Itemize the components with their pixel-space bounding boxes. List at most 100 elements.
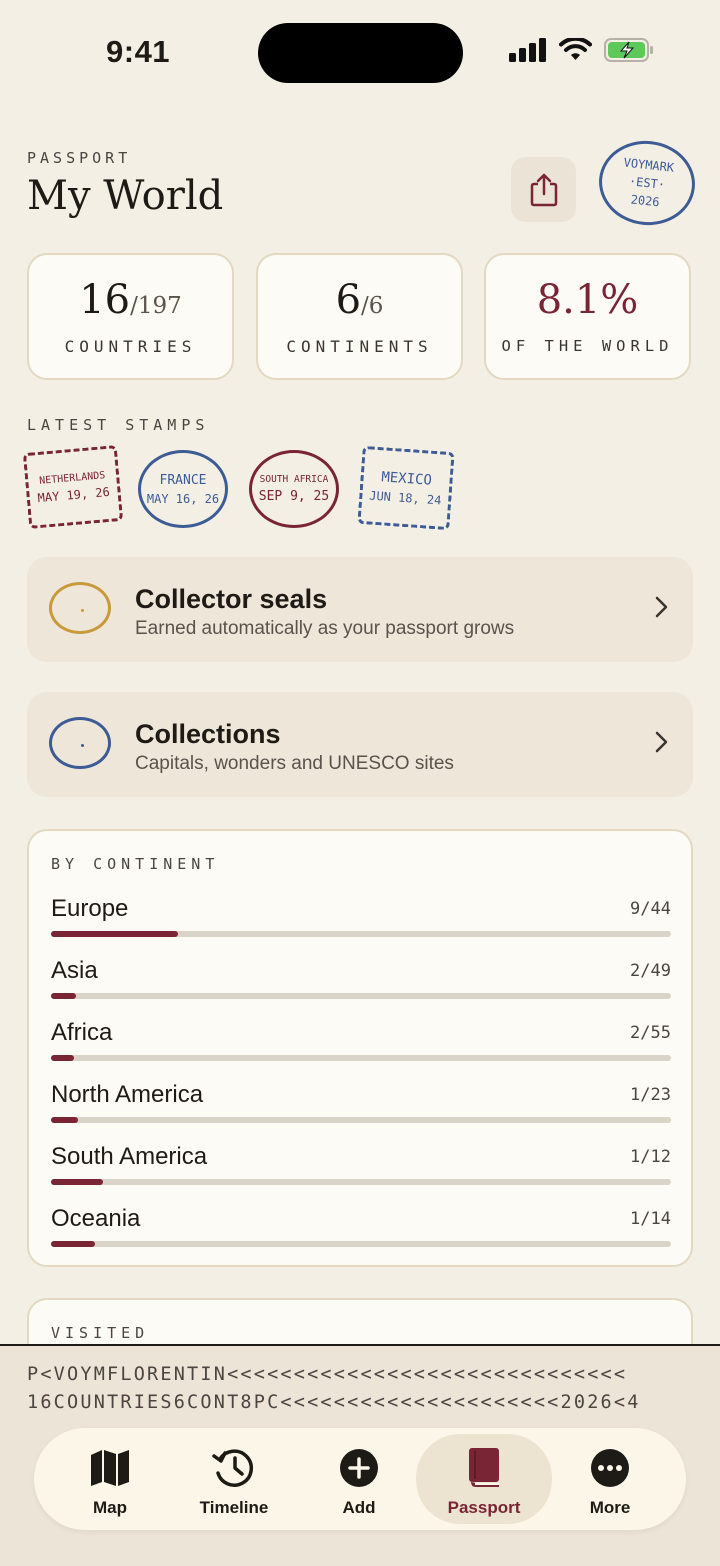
continent-name: Europe (51, 895, 129, 922)
stamp-country: MEXICO (380, 469, 433, 489)
ellipsis-circle-icon (591, 1449, 629, 1487)
continent-row: Asia 2/49 (51, 957, 671, 999)
continent-name: Oceania (51, 1205, 141, 1232)
continent-progress-track (51, 1055, 671, 1061)
tab-passport[interactable]: Passport (416, 1434, 552, 1524)
chevron-right-icon (655, 731, 668, 753)
dynamic-island (258, 23, 463, 83)
continent-name: Asia (51, 957, 98, 984)
stamp-date: MAY 19, 26 (37, 484, 111, 505)
collections-ring-icon (49, 717, 111, 769)
stamp-country: SOUTH AFRICA (259, 474, 329, 485)
share-icon (530, 173, 557, 206)
continent-count: 1/14 (630, 1209, 671, 1229)
stamp-date: JUN 18, 24 (368, 488, 442, 508)
continent-name: North America (51, 1081, 204, 1108)
continent-progress-track (51, 931, 671, 937)
stat-number: 6 (335, 277, 362, 323)
stat-value: 8.1% (486, 277, 689, 323)
continent-row: North America 1/23 (51, 1081, 671, 1123)
continent-name: Africa (51, 1019, 113, 1046)
logo-line: 2026 (630, 192, 661, 210)
stat-value: 6/6 (258, 277, 461, 323)
tab-more[interactable]: More (548, 1434, 672, 1524)
tab-map[interactable]: Map (48, 1434, 172, 1524)
tab-label: Passport (447, 1498, 521, 1517)
continent-name: South America (51, 1143, 208, 1170)
stat-number: 16 (79, 277, 131, 323)
tab-timeline[interactable]: Timeline (172, 1434, 296, 1524)
visited-heading: VISITED (51, 1324, 150, 1342)
stat-label: CONTINENTS (286, 337, 433, 356)
stamp-netherlands[interactable]: NETHERLANDS MAY 19, 26 (22, 445, 124, 529)
continent-row: South America 1/12 (51, 1143, 671, 1185)
continent-row: Europe 9/44 (51, 895, 671, 937)
cellular-signal-icon (509, 38, 546, 62)
tab-label: Add (342, 1498, 376, 1517)
continent-progress-fill (51, 993, 77, 999)
continent-row: Oceania 1/14 (51, 1205, 671, 1247)
continent-progress-track (51, 1179, 671, 1185)
continent-count: 9/44 (630, 899, 671, 919)
stat-card-continents: 6/6 CONTINENTS (256, 253, 463, 380)
wifi-icon (559, 38, 592, 60)
share-button[interactable] (511, 157, 576, 222)
continent-progress-fill (51, 931, 178, 937)
stamp-country: NETHERLANDS (38, 469, 106, 487)
stat-value: 16/197 (29, 277, 232, 323)
page-eyebrow: PASSPORT (27, 149, 132, 167)
tab-label: Timeline (199, 1498, 269, 1517)
tab-label: More (589, 1498, 631, 1517)
stamp-country: FRANCE (159, 472, 207, 488)
by-continent-heading: BY CONTINENT (51, 855, 220, 873)
stat-card-world: 8.1% OF THE WORLD (484, 253, 691, 380)
seal-ring-icon (49, 582, 111, 634)
book-icon (469, 1448, 499, 1487)
collector-seals-row[interactable]: Collector seals Earned automatically as … (27, 557, 693, 662)
continent-progress-track (51, 1117, 671, 1123)
history-icon (212, 1449, 254, 1487)
continent-progress-fill (51, 1241, 96, 1247)
stat-card-countries: 16/197 COUNTRIES (27, 253, 234, 380)
continent-row: Africa 2/55 (51, 1019, 671, 1061)
continent-count: 2/49 (630, 961, 671, 981)
by-continent-card: BY CONTINENT Europe 9/44 Asia 2/49 Afric… (27, 829, 693, 1267)
stamp-south-africa[interactable]: SOUTH AFRICA SEP 9, 25 (249, 450, 339, 528)
row-subtitle: Earned automatically as your passport gr… (135, 618, 515, 639)
stamp-date: MAY 16, 26 (146, 491, 220, 506)
continent-progress-fill (51, 1179, 103, 1185)
mrz-line-2: 16COUNTRIES6CONT8PC<<<<<<<<<<<<<<<<<<<<<… (27, 1392, 641, 1413)
continent-count: 1/12 (630, 1147, 671, 1167)
collections-row[interactable]: Collections Capitals, wonders and UNESCO… (27, 692, 693, 797)
continent-count: 1/23 (630, 1085, 671, 1105)
stamp-date: SEP 9, 25 (258, 489, 330, 504)
row-subtitle: Capitals, wonders and UNESCO sites (135, 753, 454, 774)
tab-label: Map (93, 1498, 127, 1517)
status-icons (509, 38, 654, 62)
stat-number: 8.1% (536, 277, 639, 323)
voymark-logo-stamp: VOYMARK ·EST· 2026 (594, 136, 700, 230)
continent-progress-fill (51, 1055, 74, 1061)
stat-total: /6 (361, 293, 384, 319)
continent-progress-track (51, 993, 671, 999)
stamp-france[interactable]: FRANCE MAY 16, 26 (138, 450, 228, 528)
page-title: My World (27, 173, 224, 219)
stamp-mexico[interactable]: MEXICO JUN 18, 24 (357, 445, 455, 531)
stat-total: /197 (130, 293, 182, 319)
status-time: 9:41 (106, 34, 171, 69)
row-title: Collector seals (135, 584, 328, 614)
stat-label: OF THE WORLD (501, 337, 674, 355)
tab-bar: Map Timeline Add Passport More (34, 1428, 686, 1530)
mrz-line-1: P<VOYMFLORENTIN<<<<<<<<<<<<<<<<<<<<<<<<<… (27, 1364, 628, 1385)
map-icon (91, 1450, 129, 1486)
stat-label: COUNTRIES (64, 337, 197, 356)
tab-add[interactable]: Add (297, 1434, 421, 1524)
continent-progress-fill (51, 1117, 78, 1123)
continent-progress-track (51, 1241, 671, 1247)
plus-circle-icon (340, 1449, 378, 1487)
battery-charging-icon (604, 38, 653, 62)
latest-stamps-heading: LATEST STAMPS (27, 416, 210, 434)
continent-count: 2/55 (630, 1023, 671, 1043)
chevron-right-icon (655, 596, 668, 618)
row-title: Collections (135, 719, 281, 749)
